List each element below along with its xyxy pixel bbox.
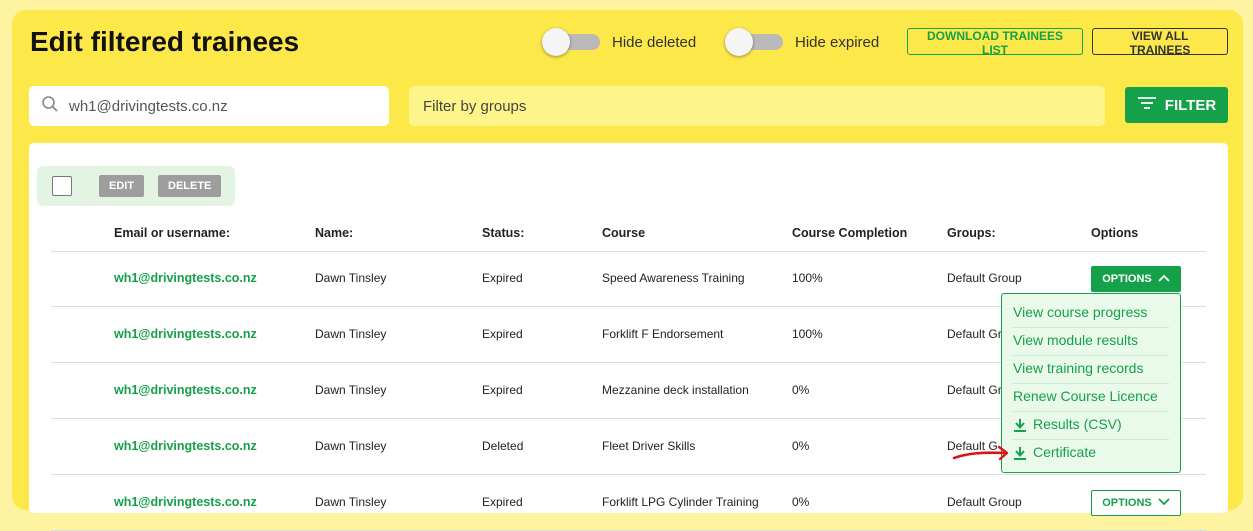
toggle-track[interactable] [542, 28, 600, 56]
bulk-edit-button[interactable]: EDIT [99, 175, 145, 197]
row-group: Default Gr [947, 383, 1002, 397]
page-title: Edit filtered trainees [30, 26, 300, 57]
options-button[interactable]: OPTIONS [1091, 266, 1181, 292]
row-completion: 0% [792, 439, 810, 453]
row-name: Dawn Tinsley [315, 271, 387, 285]
hide-deleted-toggle[interactable]: Hide deleted [542, 28, 697, 56]
renew-course-licence-item[interactable]: Renew Course Licence [1013, 383, 1169, 412]
filter-label: FILTER [1164, 96, 1217, 114]
row-status: Expired [482, 383, 523, 397]
search-icon [41, 95, 59, 118]
options-label: OPTIONS [1102, 497, 1152, 509]
header-options: Options [1091, 226, 1139, 240]
header-status[interactable]: Status: [482, 223, 524, 243]
select-all-checkbox[interactable] [52, 176, 72, 196]
row-course: Mezzanine deck installation [602, 383, 749, 397]
row-name: Dawn Tinsley [315, 439, 387, 453]
row-course: Forklift F Endorsement [602, 327, 724, 341]
row-status: Deleted [482, 439, 524, 453]
row-completion: 0% [792, 495, 810, 509]
menu-item-label: Certificate [1033, 444, 1097, 460]
row-course: Fleet Driver Skills [602, 439, 696, 453]
options-dropdown-menu: View course progress View module results… [1001, 293, 1181, 473]
view-module-results-item[interactable]: View module results [1013, 327, 1169, 356]
row-group: Default Group [947, 495, 1022, 509]
red-arrow-annotation [950, 442, 1012, 469]
row-status: Expired [482, 327, 523, 341]
filter-lines-icon [1137, 96, 1157, 114]
view-all-trainees-button[interactable]: VIEW ALL TRAINEES [1092, 28, 1228, 57]
row-email-link[interactable]: wh1@drivingtests.co.nz [114, 419, 257, 474]
row-completion: 100% [792, 327, 823, 341]
row-name: Dawn Tinsley [315, 495, 387, 509]
row-group: Default Gr [947, 327, 1002, 341]
row-name: Dawn Tinsley [315, 383, 387, 397]
download-trainees-button[interactable]: DOWNLOAD TRAINEES LIST [907, 28, 1083, 57]
row-email-link[interactable]: wh1@drivingtests.co.nz [114, 363, 257, 418]
search-input[interactable] [67, 96, 371, 116]
row-course: Speed Awareness Training [602, 271, 745, 285]
table-row: wh1@drivingtests.co.nz Dawn Tinsley Expi… [51, 475, 1206, 531]
header-course[interactable]: Course [602, 223, 645, 243]
row-completion: 100% [792, 271, 823, 285]
search-box[interactable] [29, 86, 389, 126]
bulk-actions-bar: EDIT DELETE [37, 166, 235, 206]
certificate-item[interactable]: Certificate [1013, 439, 1169, 467]
hide-expired-label: Hide expired [795, 33, 880, 51]
hide-expired-toggle[interactable]: Hide expired [725, 28, 880, 56]
row-status: Expired [482, 495, 523, 509]
menu-item-label: View module results [1013, 332, 1139, 348]
row-email-link[interactable]: wh1@drivingtests.co.nz [114, 307, 257, 362]
groups-placeholder: Filter by groups [423, 97, 527, 115]
row-name: Dawn Tinsley [315, 327, 387, 341]
table-header: Email or username: Name: Status: Course … [51, 223, 1206, 252]
chevron-up-icon [1158, 273, 1170, 285]
filter-button[interactable]: FILTER [1125, 87, 1228, 123]
row-status: Expired [482, 271, 523, 285]
toggle-track[interactable] [725, 28, 783, 56]
filter-by-groups-input[interactable]: Filter by groups [409, 86, 1105, 126]
row-email-link[interactable]: wh1@drivingtests.co.nz [114, 475, 257, 530]
toggle-knob[interactable] [542, 28, 570, 56]
toggle-knob[interactable] [725, 28, 753, 56]
options-label: OPTIONS [1102, 273, 1152, 285]
header-email[interactable]: Email or username: [114, 223, 230, 243]
menu-item-label: Renew Course Licence [1013, 388, 1158, 404]
menu-item-label: View course progress [1013, 304, 1148, 320]
view-course-progress-item[interactable]: View course progress [1013, 299, 1169, 328]
download-icon [1013, 444, 1033, 461]
bulk-delete-button[interactable]: DELETE [158, 175, 222, 197]
download-icon [1013, 416, 1033, 433]
results-csv-item[interactable]: Results (CSV) [1013, 411, 1169, 440]
header-completion[interactable]: Course Completion [792, 223, 907, 243]
header-groups[interactable]: Groups: [947, 223, 996, 243]
row-course: Forklift LPG Cylinder Training [602, 495, 759, 509]
chevron-down-icon [1158, 497, 1170, 509]
menu-item-label: View training records [1013, 360, 1144, 376]
row-email-link[interactable]: wh1@drivingtests.co.nz [114, 251, 257, 306]
menu-item-label: Results (CSV) [1033, 416, 1122, 432]
header-name[interactable]: Name: [315, 223, 353, 243]
options-button[interactable]: OPTIONS [1091, 490, 1181, 516]
row-completion: 0% [792, 383, 810, 397]
view-training-records-item[interactable]: View training records [1013, 355, 1169, 384]
hide-deleted-label: Hide deleted [612, 33, 697, 51]
